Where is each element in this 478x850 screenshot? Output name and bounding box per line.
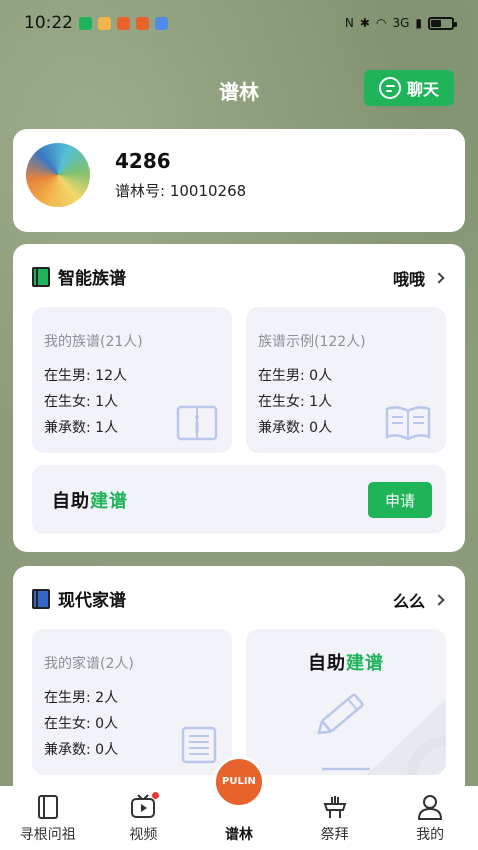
unread-dot [152, 792, 160, 799]
modern-section-link[interactable]: 么么 [392, 588, 445, 612]
status-bar: 10:22 N ✱ ◠ 3G ▮ [0, 0, 478, 46]
app-notification-icon [136, 16, 149, 30]
stat-title: 我的家谱(2人) [44, 656, 134, 672]
title-bar: 谱林 聊天 [0, 68, 478, 108]
self-build-text-green: 建谱 [90, 491, 128, 512]
stat-male: 在生男: 2人 [44, 690, 119, 706]
app-notification-icon [155, 16, 168, 30]
stat-title: 族谱示例(122人) [258, 334, 366, 350]
bottom-nav: 寻根问祖 视频 PULIN 谱林 祭拜 我的 [0, 756, 478, 850]
wifi-icon: ◠ [375, 16, 387, 30]
status-time: 10:22 [24, 13, 73, 33]
apply-button[interactable]: 申请 [368, 482, 432, 518]
pencil-icon [317, 693, 446, 775]
stat-male: 在生男: 12人 [44, 368, 127, 384]
pulin-logo-text: PULIN [222, 776, 256, 787]
book-icon [32, 266, 50, 287]
section-header: 现代家谱 [32, 586, 126, 611]
signal-icon: ▮ [415, 16, 422, 30]
app-notification-icon [98, 16, 111, 30]
open-book-icon [384, 403, 432, 443]
stat-female: 在生女: 1人 [44, 394, 119, 410]
section-title: 智能族谱 [58, 269, 126, 289]
chat-button[interactable]: 聊天 [364, 70, 454, 106]
book-icon [32, 588, 50, 609]
chevron-right-icon [433, 272, 445, 284]
stat-heirs: 兼承数: 0人 [258, 420, 333, 436]
person-icon [417, 794, 443, 820]
nav-item-worship[interactable]: 祭拜 [295, 794, 375, 844]
status-right: N ✱ ◠ 3G ▮ [344, 16, 457, 30]
nav-item-video[interactable]: 视频 [103, 792, 183, 844]
my-modern-tree-box[interactable]: 我的家谱(2人) 在生男: 2人 在生女: 0人 兼承数: 0人 [32, 629, 232, 775]
document-list-icon [180, 725, 218, 765]
book-info-icon [176, 403, 218, 443]
nav-label: 祭拜 [320, 827, 349, 843]
nav-item-ancestry[interactable]: 寻根问祖 [8, 794, 88, 844]
self-build-banner[interactable]: 自助建谱 申请 [32, 465, 446, 534]
stat-title: 我的族谱(21人) [44, 334, 143, 350]
nav-label: 寻根问祖 [19, 827, 76, 843]
family-section-link[interactable]: 哦哦 [392, 266, 445, 290]
self-build-text: 自助 [52, 491, 90, 512]
chat-button-label: 聊天 [406, 80, 439, 99]
user-name: 4286 [115, 149, 171, 173]
profile-card[interactable]: 4286 谱林号: 10010268 [13, 129, 465, 232]
stat-female: 在生女: 0人 [44, 716, 119, 732]
smart-family-tree-card: 智能族谱 哦哦 我的族谱(21人) 在生男: 12人 在生女: 1人 兼承数: … [13, 244, 465, 552]
section-header: 智能族谱 [32, 264, 126, 289]
signal-label: 3G [392, 16, 410, 30]
app-notification-icon [117, 16, 130, 30]
stat-heirs: 兼承数: 0人 [44, 742, 119, 758]
nav-item-pulin[interactable]: PULIN 谱林 [199, 756, 279, 844]
section-link-label: 么么 [392, 592, 425, 611]
book-icon [35, 794, 61, 820]
stat-male: 在生男: 0人 [258, 368, 333, 384]
bluetooth-icon: ✱ [359, 16, 370, 30]
altar-icon [322, 794, 348, 820]
stat-heirs: 兼承数: 1人 [44, 420, 119, 436]
stat-female: 在生女: 1人 [258, 394, 333, 410]
wechat-notification-icon [79, 16, 92, 30]
section-link-label: 哦哦 [392, 270, 425, 289]
nfc-icon: N [344, 16, 354, 30]
section-title: 现代家谱 [58, 591, 126, 611]
chat-icon [378, 77, 401, 99]
nav-label: 视频 [129, 827, 158, 843]
nav-label: 我的 [416, 827, 445, 843]
battery-icon [428, 16, 457, 30]
example-family-tree-box[interactable]: 族谱示例(122人) 在生男: 0人 在生女: 1人 兼承数: 0人 [246, 307, 446, 453]
avatar[interactable] [26, 143, 90, 207]
my-family-tree-box[interactable]: 我的族谱(21人) 在生男: 12人 在生女: 1人 兼承数: 1人 [32, 307, 232, 453]
pulin-logo-icon: PULIN [212, 756, 265, 808]
nav-label: 谱林 [224, 827, 253, 843]
self-build-logo: 自助建谱 [52, 487, 128, 513]
chevron-right-icon [433, 594, 445, 606]
user-id: 谱林号: 10010268 [115, 182, 247, 200]
self-build-modern-box[interactable]: 自助建谱 [246, 629, 446, 775]
nav-item-profile[interactable]: 我的 [390, 794, 470, 844]
